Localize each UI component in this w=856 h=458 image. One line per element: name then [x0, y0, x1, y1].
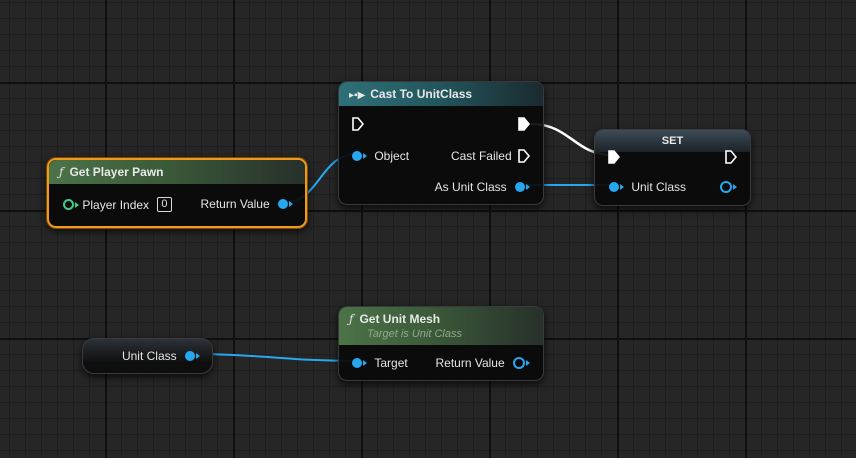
unit-class-var-row: Unit Class — [122, 348, 200, 363]
wire-unit-class-to-target[interactable] — [189, 353, 357, 362]
mesh-return-value-label: Return Value — [435, 355, 505, 370]
set-unit-class-out-row — [720, 179, 737, 193]
wire-layer — [189, 122, 614, 362]
as-unit-class-label: As Unit Class — [434, 179, 507, 194]
exec-in-pin[interactable] — [608, 150, 620, 164]
cast-failed-pin-row: Cast Failed — [451, 148, 530, 163]
set-unit-class-in-row: Unit Class — [609, 179, 686, 194]
player-index-input[interactable]: 0 — [157, 197, 172, 213]
target-pin[interactable] — [352, 357, 362, 368]
player-index-pin[interactable] — [63, 199, 74, 211]
get-unit-mesh-subtitle: Target is Unit Class — [367, 328, 462, 340]
cast-header[interactable]: ▸▪▶ Cast To UnitClass — [339, 82, 543, 106]
pin-arrow-icon — [526, 359, 530, 366]
cast-to-unitclass-node[interactable]: ▸▪▶ Cast To UnitClass Object Cast Failed … — [338, 81, 544, 205]
cast-exec-in-row — [352, 116, 364, 131]
pin-arrow-icon — [75, 201, 79, 208]
return-value-pin-row: Return Value — [200, 196, 293, 211]
pin-arrow-icon — [196, 352, 200, 359]
get-unit-mesh-node[interactable]: ƒ Get Unit Mesh Target is Unit Class Targ… — [338, 306, 544, 381]
unit-class-out-pin[interactable] — [720, 180, 732, 193]
player-index-label: Player Index — [82, 197, 150, 212]
return-value-label: Return Value — [200, 196, 270, 211]
return-value-pin[interactable] — [278, 198, 288, 209]
target-pin-row: Target — [352, 355, 408, 370]
cast-failed-exec-pin[interactable] — [518, 149, 530, 163]
set-exec-in-row — [608, 149, 620, 164]
unit-class-variable-node[interactable]: Unit Class — [82, 338, 213, 374]
get-unit-mesh-title: Get Unit Mesh — [359, 312, 441, 326]
function-icon: ƒ — [59, 165, 64, 179]
object-pin-row: Object — [352, 148, 409, 163]
set-title: SET — [661, 135, 684, 147]
pin-arrow-icon — [526, 183, 530, 190]
pin-arrow-icon — [733, 183, 737, 190]
get-unit-mesh-header[interactable]: ƒ Get Unit Mesh Target is Unit Class — [339, 307, 543, 345]
get-player-pawn-node[interactable]: ƒ Get Player Pawn Player Index 0 Return V… — [47, 158, 307, 228]
exec-in-pin[interactable] — [352, 117, 364, 131]
object-pin[interactable] — [352, 150, 362, 161]
object-label: Object — [374, 148, 410, 163]
unit-class-in-pin[interactable] — [609, 181, 619, 192]
get-player-pawn-title: Get Player Pawn — [69, 165, 164, 179]
as-unit-class-pin-row: As Unit Class — [435, 179, 530, 194]
mesh-return-value-pin[interactable] — [513, 356, 525, 369]
exec-out-pin[interactable] — [725, 150, 737, 164]
unit-class-var-label: Unit Class — [121, 348, 177, 363]
mesh-return-value-row: Return Value — [435, 355, 530, 370]
unit-class-var-pin[interactable] — [185, 350, 195, 361]
exec-out-pin[interactable] — [518, 117, 530, 131]
set-node[interactable]: SET Unit Class — [594, 129, 751, 206]
set-exec-out-row — [725, 149, 737, 164]
pin-arrow-icon — [363, 152, 367, 159]
pin-arrow-icon — [363, 359, 367, 366]
function-icon: ƒ — [349, 312, 354, 326]
as-unit-class-pin[interactable] — [515, 181, 525, 192]
pin-arrow-icon — [289, 200, 293, 207]
cast-exec-out-row — [518, 116, 530, 131]
set-unit-class-label: Unit Class — [631, 179, 687, 194]
player-index-pin-row: Player Index 0 — [63, 197, 172, 213]
cast-title: Cast To UnitClass — [370, 87, 473, 101]
get-player-pawn-header[interactable]: ƒ Get Player Pawn — [49, 160, 305, 184]
target-label: Target — [374, 355, 408, 370]
cast-failed-label: Cast Failed — [450, 148, 512, 163]
pin-arrow-icon — [620, 183, 624, 190]
cast-icon: ▸▪▶ — [349, 90, 366, 101]
